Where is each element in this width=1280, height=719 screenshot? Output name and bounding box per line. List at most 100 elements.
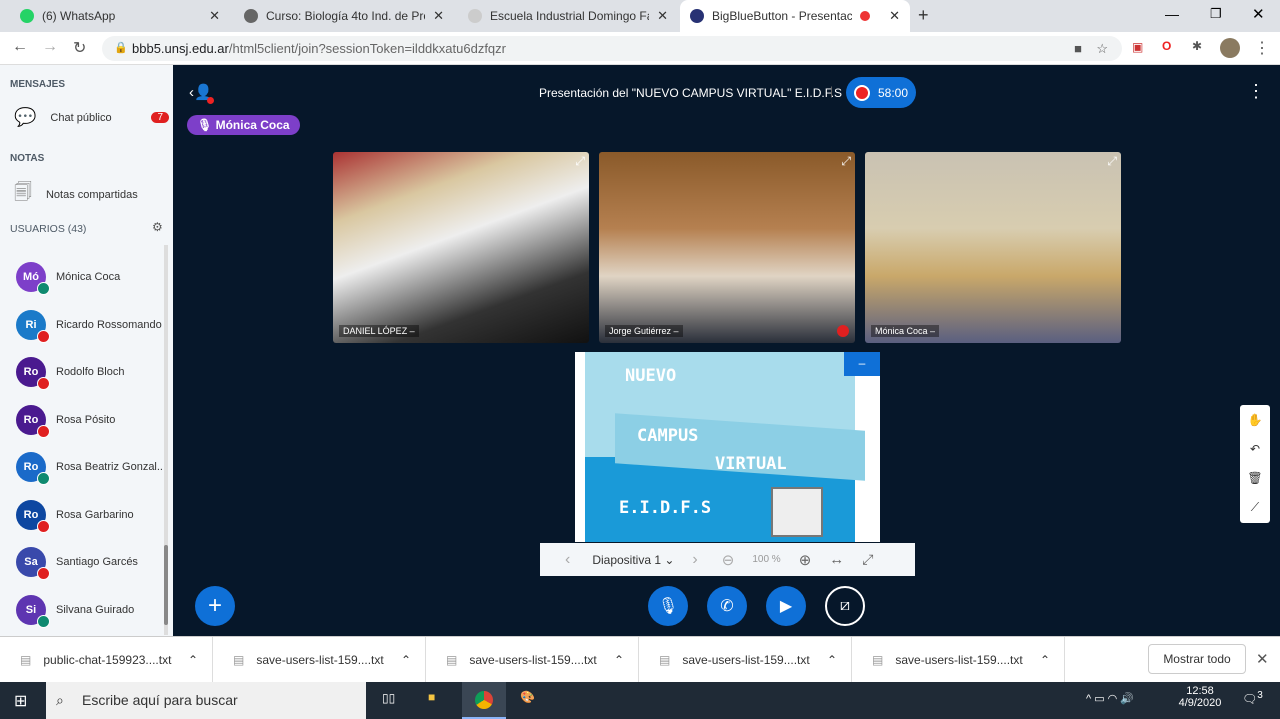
close-tab-icon[interactable]: ✕ [433, 8, 444, 24]
notification-dot [207, 97, 214, 104]
close-tab-icon[interactable]: ✕ [209, 8, 220, 24]
microphone-button[interactable]: 🎙 [648, 586, 688, 626]
notifications-icon[interactable]: 🗨3 [1242, 690, 1263, 706]
paint-app-icon[interactable]: 🎨 [520, 690, 535, 704]
sidebar: MENSAJES 💬 Chat público 7 NOTAS 🗐 Notas com… [0, 65, 173, 636]
settings-gear-icon[interactable]: ⚙ [152, 220, 163, 234]
shared-notes-item[interactable]: 🗐 Notas compartidas [14, 180, 138, 210]
tray-icons[interactable]: ^ ▭ ◠ 🔊 [1086, 692, 1134, 705]
user-list-item[interactable]: Ro Rosa Pósito [16, 404, 115, 438]
downloads-bar: ▤ public-chat-159923....txt ⌃ ▤ save-users-l… [0, 636, 1280, 683]
slide-select[interactable]: Diapositiva 1 ⌄ [592, 553, 674, 567]
unread-badge: 7 [151, 112, 169, 123]
download-item[interactable]: ▤ public-chat-159923....txt ⌃ [0, 637, 213, 683]
camera-button[interactable]: ▶ [766, 586, 806, 626]
public-chat-item[interactable]: 💬 Chat público 7 [14, 107, 169, 128]
chevron-up-icon[interactable]: ⌃ [1040, 653, 1050, 667]
file-icon: ▤ [233, 653, 245, 667]
record-icon [854, 84, 870, 101]
zoom-in-icon[interactable]: ⊕ [799, 551, 812, 569]
chrome-taskbar-icon[interactable] [462, 682, 506, 719]
recording-button[interactable]: 58:00 [846, 77, 916, 108]
undo-icon[interactable]: ↶ [1250, 442, 1260, 456]
chevron-up-icon[interactable]: ⌃ [188, 653, 198, 667]
muted-status-icon [37, 329, 50, 343]
task-view-icon[interactable]: ▯▯ [382, 691, 395, 705]
tab-whatsapp[interactable]: (6) WhatsApp ✕ [10, 0, 230, 32]
close-tab-icon[interactable]: ✕ [889, 8, 900, 24]
new-tab-icon[interactable]: + [918, 5, 929, 26]
taskbar: ⊞ ⌕ Escribe aquí para buscar ▯▯ ■ 🎨 ^ ▭ ◠… [0, 682, 1280, 719]
zoom-level: 100 % [752, 554, 781, 565]
avatar: Ro [16, 404, 50, 438]
minimize-presentation-button[interactable]: – [844, 352, 880, 376]
hand-tool-icon[interactable]: ✋ [1248, 413, 1263, 427]
camera-icon[interactable]: ■ [1074, 36, 1082, 61]
download-item[interactable]: ▤ save-users-list-159....txt ⌃ [639, 637, 852, 683]
user-list-item[interactable]: Ro Rosa Garbarino [16, 499, 134, 533]
download-item[interactable]: ▤ save-users-list-159....txt ⌃ [426, 637, 639, 683]
chevron-up-icon[interactable]: ⌃ [401, 653, 411, 667]
school-logo [771, 487, 823, 537]
user-list-item[interactable]: Ri Ricardo Rossomando [16, 309, 162, 343]
fullscreen-icon[interactable]: ⤢ [575, 154, 585, 169]
extensions-icon[interactable]: ✱ [1192, 39, 1202, 53]
browser-menu-icon[interactable]: ⋮ [1254, 38, 1270, 58]
profile-avatar[interactable] [1220, 38, 1240, 58]
muted-status-icon [37, 424, 50, 438]
close-window-icon[interactable]: ✕ [1252, 5, 1265, 23]
fullscreen-icon[interactable]: ⤢ [841, 154, 851, 169]
phone-button[interactable]: ✆ [707, 586, 747, 626]
video-tile-jorge[interactable]: Jorge Gutiérrez – ⤢ [599, 152, 855, 343]
restore-icon[interactable]: ❐ [1210, 6, 1222, 22]
bbb-icon [690, 9, 704, 23]
video-tile-monica[interactable]: Mónica Coca – ⤢ [865, 152, 1121, 343]
browser-tab-bar: (6) WhatsApp ✕ Curso: Biología 4to Ind. d… [0, 0, 1280, 32]
user-list-item[interactable]: Si Silvana Guirado [16, 594, 134, 628]
multi-user-icon[interactable]: ⟋ [1251, 500, 1259, 515]
pdf-extension-icon[interactable]: ▣ [1132, 40, 1143, 54]
minimize-icon[interactable]: — [1165, 6, 1179, 22]
avatar: Si [16, 594, 50, 628]
user-list-item[interactable]: Ro Rodolfo Bloch [16, 357, 125, 390]
chevron-up-icon[interactable]: ⌃ [614, 653, 624, 667]
back-icon[interactable]: ← [12, 38, 28, 56]
taskbar-search-input[interactable]: ⌕ Escribe aquí para buscar [46, 682, 366, 719]
notes-heading: NOTAS [10, 153, 45, 164]
reload-icon[interactable]: ↻ [73, 38, 86, 58]
zoom-out-icon[interactable]: ⊖ [722, 551, 735, 569]
whiteboard-toolbar: ✋ ↶ 🗑 ⟋ [1240, 405, 1270, 523]
file-explorer-icon[interactable]: ■ [428, 690, 435, 704]
forward-icon[interactable]: → [42, 38, 58, 56]
video-tile-daniel[interactable]: DANIEL LÓPEZ – ⤢ [333, 152, 589, 343]
download-item[interactable]: ▤ save-users-list-159....txt ⌃ [213, 637, 426, 683]
actions-plus-button[interactable]: + [195, 586, 235, 626]
tab-bigbluebutton[interactable]: BigBlueButton - Presentación✕ [680, 0, 910, 32]
clock[interactable]: 12:58 4/9/2020 [1178, 685, 1222, 709]
opera-extension-icon[interactable]: O [1162, 39, 1171, 53]
tab-curso[interactable]: Curso: Biología 4to Ind. de Proce✕ [234, 0, 454, 32]
url-input[interactable]: 🔒 bbb5.unsj.edu.ar/html5client/join?sessi… [102, 36, 1122, 61]
clear-trash-icon[interactable]: 🗑 [1247, 471, 1262, 485]
user-list-item[interactable]: Mó Mónica Coca [16, 262, 120, 295]
user-list-item[interactable]: Sa Santiago Garcés [16, 547, 138, 580]
fullscreen-icon[interactable]: ⤢ [862, 551, 873, 568]
screenshare-button[interactable]: ⧄ [825, 586, 865, 626]
close-tab-icon[interactable]: ✕ [657, 8, 668, 24]
download-item[interactable]: ▤ save-users-list-159....txt ⌃ [852, 637, 1065, 683]
user-list-item[interactable]: Ro Rosa Beatriz Gonzal... [16, 452, 166, 485]
bookmark-star-icon[interactable]: ☆ [1096, 36, 1108, 61]
muted-icon [837, 325, 849, 337]
tab-escuela[interactable]: Escuela Industrial Domingo Faust✕ [458, 0, 678, 32]
chevron-up-icon[interactable]: ⌃ [827, 653, 837, 667]
prev-slide-icon[interactable]: ‹ [565, 551, 570, 569]
fit-width-icon[interactable]: ↔ [829, 551, 844, 568]
users-scrollbar[interactable] [164, 245, 168, 635]
fullscreen-icon[interactable]: ⤢ [1107, 154, 1117, 169]
show-all-button[interactable]: Mostrar todo [1148, 644, 1246, 674]
next-slide-icon[interactable]: › [692, 551, 697, 569]
options-menu-icon[interactable]: ⋮ [1247, 81, 1265, 102]
muted-status-icon [37, 519, 50, 533]
close-downloads-icon[interactable]: ✕ [1256, 650, 1269, 668]
windows-start-icon[interactable]: ⊞ [14, 691, 27, 711]
